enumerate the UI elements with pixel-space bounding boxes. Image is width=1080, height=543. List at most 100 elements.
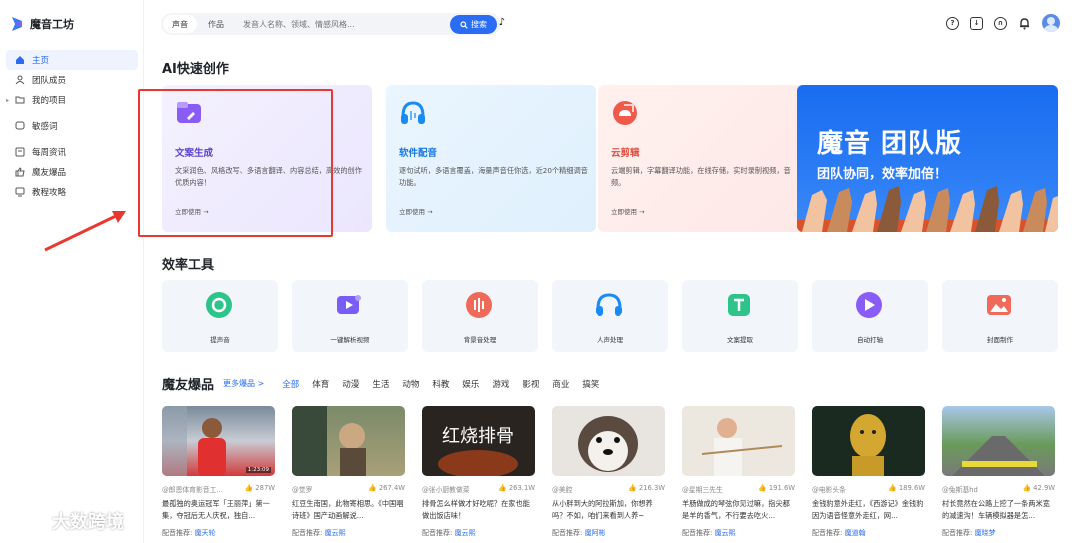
ai-card-link[interactable]: 立即使用 → [611, 206, 645, 216]
headset-icon[interactable]: ∩ [994, 16, 1007, 30]
voice-name[interactable]: 魔道翰 [845, 529, 866, 537]
category-tab[interactable]: 游戏 [492, 378, 509, 390]
product-card[interactable]: @美腔 👍 216.3W 从小胖到大的阿拉斯加，你想养吗？不如，咱们来看到人养~ … [552, 406, 665, 538]
more-products-link[interactable]: 更多爆品 > [223, 378, 264, 389]
parse-video-icon [337, 295, 361, 314]
tool-bg-audio[interactable]: 背景音处理 [422, 280, 538, 352]
search-tab-works[interactable]: 作品 [199, 15, 233, 33]
product-desc: 从小胖到大的阿拉斯加，你想养吗？不如，咱们来看到人养~ [552, 499, 653, 520]
tool-label: 人声处理 [597, 336, 623, 344]
thumb-icon [15, 167, 25, 177]
category-tab[interactable]: 动漫 [342, 378, 359, 390]
voice-name[interactable]: 魔云熙 [455, 529, 476, 537]
sidebar-item-tutorial[interactable]: 教程攻略 [6, 182, 138, 202]
ai-card-desc: 逐句试听，多语言覆盖，海量声音任你选，近20个精细调音功能。 [399, 166, 588, 187]
product-desc: 羊肠做成的琴弦你见过嘛，指尖都是羊的香气，不行要去吃火... [682, 499, 790, 520]
news-icon [15, 147, 25, 157]
tool-text-extract[interactable]: 文案提取 [682, 280, 798, 352]
product-desc: 金钱豹意外走红，《西游记》金钱豹因为语音怪意外走红，网... [812, 499, 924, 520]
tool-auto-timeline[interactable]: 自动打轴 [812, 280, 928, 352]
tool-parse-video[interactable]: 一键解析视频 [292, 280, 408, 352]
tool-cover[interactable]: 封面制作 [942, 280, 1058, 352]
product-thumbnail[interactable]: 红烧排骨 [422, 406, 535, 476]
product-card[interactable]: 红烧排骨 @张小厨教做菜 👍 263.1W 排骨怎么样做才好吃呢？在家也能做出饭店… [422, 406, 535, 538]
voice-name[interactable]: 魔云熙 [715, 529, 736, 537]
category-tab[interactable]: 体育 [312, 378, 329, 390]
banner-title: 魔音 团队版 [817, 129, 963, 159]
product-thumbnail[interactable] [812, 406, 925, 476]
sidebar-nav: 主页 团队成员 ▸ 我的项目 敏感词 每周资讯 魔友爆品 教程攻略 [0, 50, 144, 202]
category-tab[interactable]: 影视 [522, 378, 539, 390]
category-tabs: 全部 体育 动漫 生活 动物 科教 娱乐 游戏 影视 商业 搞笑 [282, 378, 612, 390]
voice-name[interactable]: 魔天轮 [195, 529, 216, 537]
headphone-icon [401, 101, 425, 124]
category-tab[interactable]: 搞笑 [582, 378, 599, 390]
voice-recommendation: 配音推荐: 魔阿彬 [552, 529, 606, 537]
auto-timeline-icon [856, 292, 882, 318]
help-icon[interactable]: ? [946, 16, 959, 30]
voice-name[interactable]: 魔晓梦 [975, 529, 996, 537]
search-button[interactable]: 搜索 [450, 15, 497, 34]
download-icon[interactable]: ↓ [970, 16, 983, 30]
product-thumbnail[interactable] [552, 406, 665, 476]
voice-name[interactable]: 魔阿彬 [585, 529, 606, 537]
sidebar-item-projects[interactable]: ▸ 我的项目 [6, 90, 138, 110]
watermark: 大数跨境 [10, 508, 124, 534]
voice-recommendation: 配音推荐: 魔云熙 [292, 529, 346, 537]
folder-icon [15, 96, 25, 104]
product-thumbnail[interactable] [292, 406, 405, 476]
sidebar-item-news[interactable]: 每周资讯 [6, 142, 138, 162]
tiktok-icon[interactable]: ♪ [499, 17, 505, 28]
search-tab-voice[interactable]: 声音 [163, 15, 197, 33]
ai-card-dubbing[interactable]: 软件配音 逐句试听，多语言覆盖，海量声音任你选，近20个精细调音功能。 立即使用… [386, 85, 596, 232]
category-tab[interactable]: 娱乐 [462, 378, 479, 390]
category-tab[interactable]: 科教 [432, 378, 449, 390]
sidebar-item-team[interactable]: 团队成员 [6, 70, 138, 90]
product-card[interactable]: @觉罗 👍 267.4W 红豆生南国，此物寄相思。《中国唱诗班》国产动画解说...… [292, 406, 405, 538]
product-author: @张小厨教做菜 [422, 486, 470, 494]
ai-card-cloud-edit[interactable]: 云剪辑 云端剪辑，字幕翻译功能，在线存储，实时录制视频，音频。 立即使用 → [598, 85, 808, 232]
product-desc: 最孤独的奥运冠军「王丽萍」第一集，夺冠后无人庆祝，独自... [162, 499, 270, 520]
cover-image-icon [987, 295, 1011, 315]
category-tab[interactable]: 动物 [402, 378, 419, 390]
caret-right-icon[interactable]: ▸ [6, 97, 9, 104]
voice-recommendation: 配音推荐: 魔云熙 [682, 529, 736, 537]
search-button-label: 搜索 [471, 20, 487, 29]
leopard-image [850, 414, 886, 476]
user-icon [15, 75, 25, 85]
category-tab[interactable]: 全部 [282, 378, 299, 390]
product-card[interactable]: @星期三先生 👍 191.6W 羊肠做成的琴弦你见过嘛，指尖都是羊的香气，不行要去… [682, 406, 795, 538]
sidebar-item-home[interactable]: 主页 [6, 50, 138, 70]
bell-icon[interactable] [1018, 17, 1031, 30]
search-input[interactable] [243, 19, 403, 29]
voice-recommendation: 配音推荐: 魔晓梦 [942, 529, 996, 537]
product-thumbnail[interactable]: 1:23:09 [162, 406, 275, 476]
ai-card-link[interactable]: 立即使用 → [399, 206, 433, 216]
product-card[interactable]: @电影头条 👍 189.6W 金钱豹意外走红，《西游记》金钱豹因为语音怪意外走红，… [812, 406, 925, 538]
sidebar-item-sensitive[interactable]: 敏感词 [6, 116, 138, 136]
category-tab[interactable]: 商业 [552, 378, 569, 390]
product-thumbnail[interactable] [682, 406, 795, 476]
like-count: 👍 263.1W [498, 484, 535, 492]
sidebar-item-hot[interactable]: 魔友爆品 [6, 162, 138, 182]
road-image [952, 436, 1045, 476]
voice-name[interactable]: 魔云熙 [325, 529, 346, 537]
spare-ribs-image: 红烧排骨 [438, 426, 518, 476]
product-desc: 村长竟然在公路上挖了一条两米宽的减速沟！车辆模拟器是怎... [942, 499, 1050, 520]
product-author: @美腔 [552, 486, 573, 494]
product-thumbnail[interactable] [942, 406, 1055, 476]
team-edition-banner[interactable]: 魔音 团队版 团队协同，效率加倍！ [797, 85, 1058, 232]
product-author: @兔斯基hd [942, 486, 978, 494]
category-tab[interactable]: 生活 [372, 378, 389, 390]
product-author: @星期三先生 [682, 486, 723, 494]
like-count: 👍 191.6W [758, 484, 795, 492]
ai-card-title: 云剪辑 [611, 148, 640, 159]
tool-extract-voice[interactable]: 提声音 [162, 280, 278, 352]
app-logo[interactable]: 魔音工坊 [10, 16, 74, 32]
avatar[interactable] [1042, 14, 1060, 32]
product-card[interactable]: 1:23:09 @郎恩体育影音工... 👍 287W 最孤独的奥运冠军「王丽萍」第… [162, 406, 275, 538]
sidebar-item-label: 主页 [32, 56, 50, 66]
product-card[interactable]: @兔斯基hd 👍 42.9W 村长竟然在公路上挖了一条两米宽的减速沟！车辆模拟器是… [942, 406, 1055, 538]
product-desc: 排骨怎么样做才好吃呢？在家也能做出饭店味！ [422, 499, 530, 520]
tool-vocal[interactable]: 人声处理 [552, 280, 668, 352]
